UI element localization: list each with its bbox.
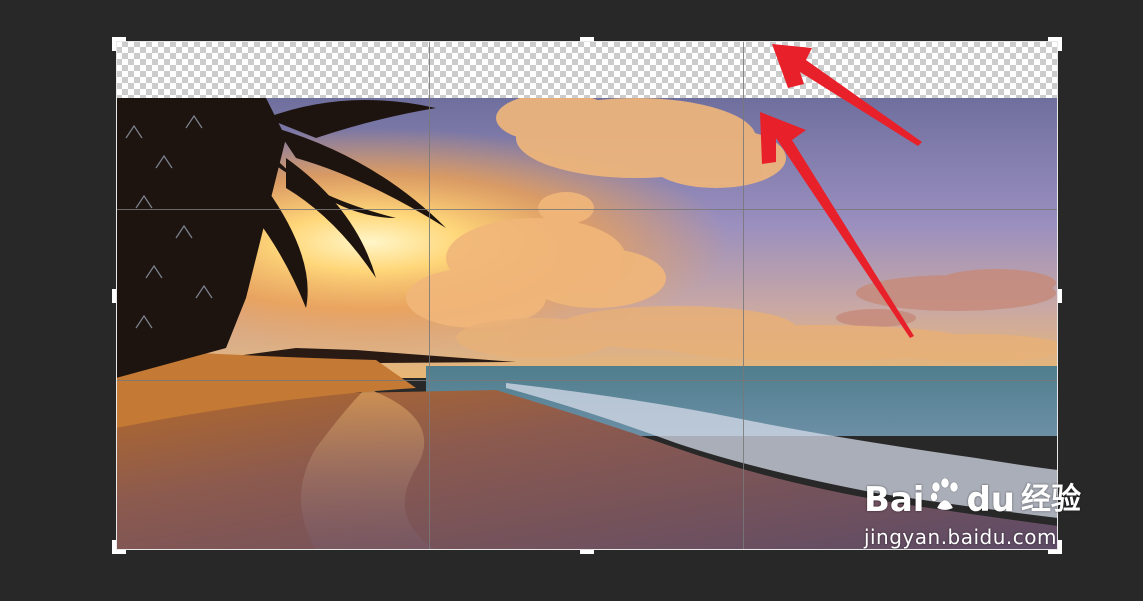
annotation-arrow-2 <box>760 112 914 338</box>
watermark-logo-right: du <box>966 479 1015 520</box>
paw-icon <box>928 477 962 521</box>
watermark-logo: Bai du 经验 <box>863 477 1081 521</box>
watermark-logo-cn: 经验 <box>1021 481 1081 517</box>
baidu-jingyan-watermark: Bai du 经验 jingyan.baidu.com <box>863 477 1081 549</box>
editor-canvas: Bai du 经验 jingyan.baidu.com <box>0 0 1143 601</box>
watermark-logo-left: Bai <box>863 479 925 520</box>
watermark-url: jingyan.baidu.com <box>863 525 1057 549</box>
